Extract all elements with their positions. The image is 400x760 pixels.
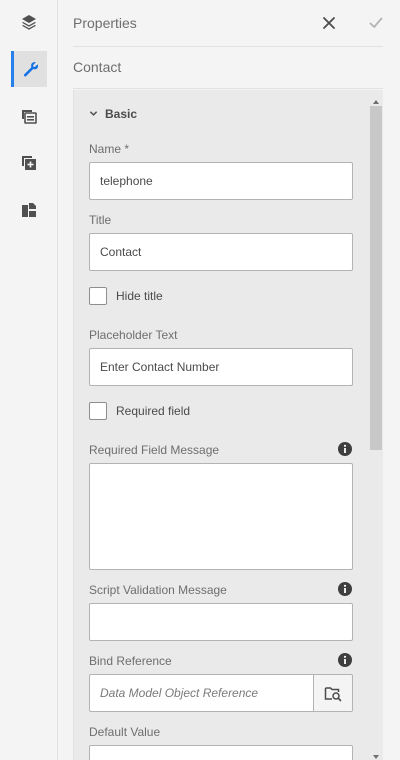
required-message-label: Required Field Message <box>89 443 220 457</box>
properties-button[interactable] <box>11 51 47 87</box>
wrench-icon <box>23 62 38 77</box>
scroll-down-arrow[interactable] <box>372 749 380 759</box>
info-icon <box>338 582 352 596</box>
required-checkbox[interactable] <box>89 402 107 420</box>
basic-section-toggle[interactable]: Basic <box>89 106 137 121</box>
left-rail <box>0 0 58 760</box>
properties-form: Basic Name * telephone Title Contact Hid… <box>73 90 369 760</box>
chevron-down-icon <box>89 106 98 121</box>
hide-title-option: Hide title <box>89 287 163 305</box>
component-name: Contact <box>73 59 122 75</box>
close-button[interactable] <box>318 12 340 34</box>
layers-button[interactable] <box>11 4 47 40</box>
folder-search-icon <box>324 687 342 702</box>
script-message-info-button[interactable] <box>338 582 352 596</box>
hide-title-checkbox[interactable] <box>89 287 107 305</box>
hide-title-label: Hide title <box>116 289 163 303</box>
form-scrollbar[interactable] <box>369 90 383 760</box>
required-message-info-button[interactable] <box>338 442 352 456</box>
add-component-button[interactable] <box>11 145 47 181</box>
title-input[interactable]: Contact <box>89 233 353 271</box>
info-icon <box>338 653 352 667</box>
title-label: Title <box>89 213 112 227</box>
bind-reference-info-button[interactable] <box>338 653 352 667</box>
properties-panel: Properties Contact Basic Name * telephon… <box>58 0 400 760</box>
required-option: Required field <box>89 402 190 420</box>
section-title: Basic <box>105 106 138 121</box>
bind-reference-input[interactable]: Data Model Object Reference <box>89 674 314 712</box>
required-label: Required field <box>116 404 191 418</box>
close-icon <box>323 17 335 29</box>
info-icon <box>338 442 352 456</box>
name-input[interactable]: telephone <box>89 162 353 200</box>
placeholder-input[interactable]: Enter Contact Number <box>89 348 353 386</box>
required-message-textarea[interactable] <box>89 463 353 570</box>
script-message-label: Script Validation Message <box>89 583 227 597</box>
default-value-input[interactable] <box>89 745 353 760</box>
add-component-icon <box>22 156 36 170</box>
style-button[interactable] <box>11 98 47 134</box>
content-tree-icon <box>22 203 36 217</box>
bind-reference-label: Bind Reference <box>89 654 172 668</box>
scroll-thumb[interactable] <box>370 106 382 450</box>
scroll-up-arrow[interactable] <box>372 94 380 104</box>
layers-icon <box>22 15 36 30</box>
default-value-label: Default Value <box>89 725 161 739</box>
bind-reference-browse-button[interactable] <box>313 674 353 712</box>
panel-title: Properties <box>73 15 137 31</box>
component-breadcrumb: Contact <box>73 48 383 89</box>
name-label: Name * <box>89 142 130 156</box>
placeholder-label: Placeholder Text <box>89 328 178 342</box>
style-panel-icon <box>22 110 37 124</box>
checkmark-icon <box>369 17 383 28</box>
done-button[interactable] <box>365 12 387 34</box>
script-message-input[interactable] <box>89 603 353 641</box>
panel-header: Properties <box>73 0 383 47</box>
content-tree-button[interactable] <box>11 192 47 228</box>
